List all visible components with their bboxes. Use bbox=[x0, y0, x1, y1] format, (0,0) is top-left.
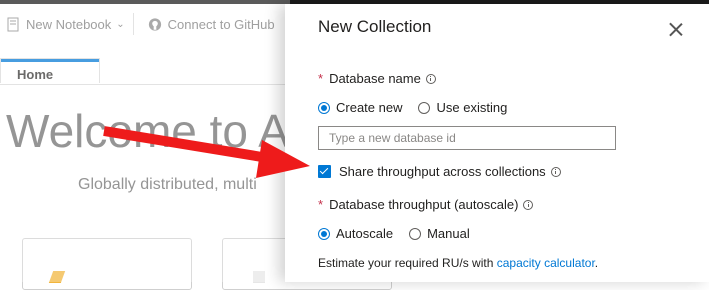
create-new-label: Create new bbox=[336, 100, 403, 115]
info-icon[interactable] bbox=[550, 166, 561, 177]
estimate-suffix: . bbox=[594, 256, 599, 270]
manual-option[interactable]: Manual bbox=[409, 226, 470, 241]
throughput-text: Database throughput (autoscale) bbox=[329, 197, 519, 212]
dim-overlay bbox=[0, 0, 290, 282]
manual-radio[interactable] bbox=[409, 227, 422, 240]
new-collection-panel: New Collection * Database name Create ne… bbox=[285, 4, 709, 282]
database-name-label: * Database name bbox=[318, 71, 436, 86]
required-asterisk: * bbox=[318, 197, 324, 212]
create-new-radio[interactable] bbox=[318, 101, 330, 114]
create-new-option[interactable]: Create new bbox=[318, 100, 402, 115]
estimate-prefix: Estimate your required RU/s with bbox=[318, 256, 497, 270]
database-name-text: Database name bbox=[329, 71, 421, 86]
database-mode-radio-group: Create new Use existing bbox=[318, 100, 523, 115]
autoscale-radio[interactable] bbox=[318, 227, 330, 240]
estimate-text: Estimate your required RU/s with capacit… bbox=[318, 256, 598, 270]
use-existing-option[interactable]: Use existing bbox=[418, 100, 507, 115]
throughput-radio-group: Autoscale Manual bbox=[318, 226, 486, 241]
info-icon[interactable] bbox=[523, 199, 534, 210]
use-existing-radio[interactable] bbox=[418, 101, 431, 114]
required-asterisk: * bbox=[318, 71, 324, 86]
close-icon[interactable] bbox=[667, 20, 685, 38]
share-throughput-row: Share throughput across collections bbox=[318, 164, 561, 179]
use-existing-label: Use existing bbox=[436, 100, 508, 115]
panel-title: New Collection bbox=[318, 17, 432, 36]
database-id-input[interactable] bbox=[318, 126, 616, 150]
manual-label: Manual bbox=[427, 226, 470, 241]
share-throughput-checkbox[interactable] bbox=[318, 165, 331, 178]
throughput-label: * Database throughput (autoscale) bbox=[318, 197, 534, 212]
capacity-calculator-link[interactable]: capacity calculator bbox=[497, 256, 595, 270]
info-icon[interactable] bbox=[425, 73, 436, 84]
autoscale-label: Autoscale bbox=[336, 226, 394, 241]
autoscale-option[interactable]: Autoscale bbox=[318, 226, 393, 241]
share-throughput-label: Share throughput across collections bbox=[339, 164, 546, 179]
